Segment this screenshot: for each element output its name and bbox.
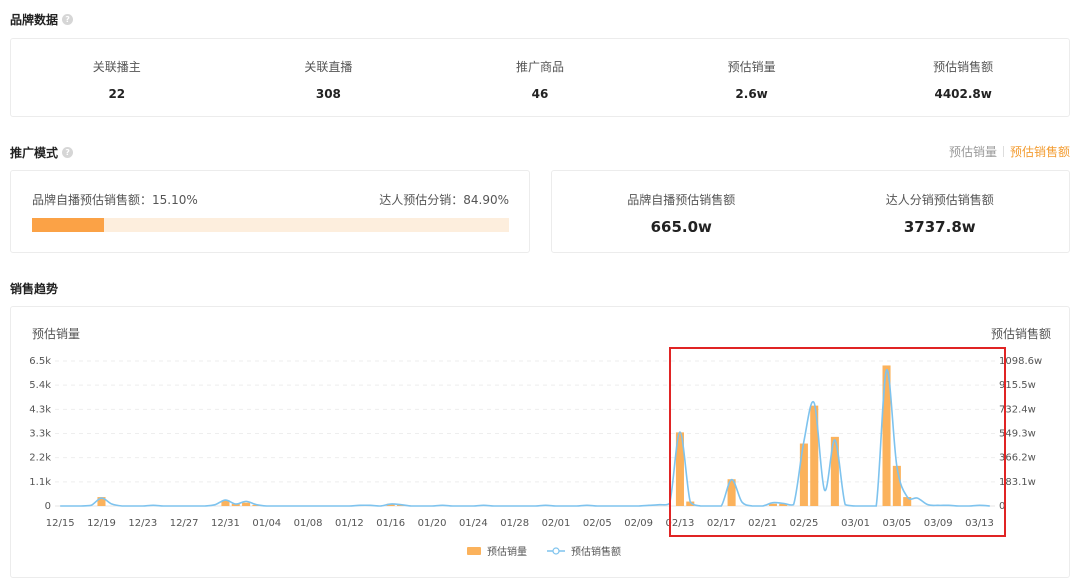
x-tick-label: 03/05 [882, 518, 911, 529]
legend-bar-swatch [467, 547, 481, 555]
promo-mode-title-text: 推广模式 [10, 146, 59, 160]
stat-value: 46 [531, 87, 549, 101]
sales-trend-chart-card: 0 0 1.1k 183.1w 2.2k 366.2w 3.3k 549.3w 4.3k 732.… [10, 306, 1070, 578]
toggle-divider [1002, 146, 1004, 157]
stat-value: 22 [108, 87, 126, 101]
stat-label: 关联直播 [304, 60, 353, 74]
self-share-label: 品牌自播预估销售额：15.10% [32, 193, 198, 207]
y-right-axis-title: 预估销售额 [991, 326, 1051, 341]
x-tick-label: 01/12 [335, 518, 364, 529]
stat-value: 2.6w [735, 87, 768, 101]
x-tick-label: 02/01 [542, 518, 571, 529]
x-tick-label: 12/27 [170, 518, 199, 529]
legend-line-marker [552, 547, 560, 555]
share-progress-bar [32, 218, 509, 232]
stat-linked-lives: 关联直播 308 [223, 39, 435, 116]
legend-volume-label: 预估销量 [487, 545, 527, 558]
amount-value: 3737.8w [903, 218, 976, 236]
metric-toggle: 预估销量 预估销售额 [949, 143, 1070, 160]
x-tick-label: 12/19 [87, 518, 116, 529]
x-tick-label: 02/25 [789, 518, 818, 529]
stat-label: 关联播主 [92, 60, 141, 74]
y-left-tick-label: 6.5k [29, 356, 51, 367]
x-tick-label: 01/24 [459, 518, 488, 529]
amount-line[interactable] [60, 369, 990, 507]
x-tick-label: 12/31 [211, 518, 240, 529]
stat-est-volume: 预估销量 2.6w [646, 39, 858, 116]
y-left-tick-label: 2.2k [29, 453, 51, 464]
talent-amount: 达人分销预估销售额 3737.8w [811, 171, 1070, 252]
stat-est-amount: 预估销售额 4402.8w [857, 39, 1069, 116]
help-icon[interactable]: ? [62, 14, 74, 25]
y-left-tick-label: 5.4k [29, 380, 51, 391]
share-card: 品牌自播预估销售额：15.10% 达人预估分销：84.90% [10, 170, 530, 253]
share-labels: 品牌自播预估销售额：15.10% 达人预估分销：84.90% [32, 191, 509, 208]
amount-label: 达人分销预估销售额 [885, 193, 994, 207]
x-tick-label: 01/16 [376, 518, 405, 529]
x-tick-label: 12/15 [46, 518, 75, 529]
x-tick-label: 01/20 [418, 518, 447, 529]
sales-trend-title-text: 销售趋势 [10, 282, 59, 296]
y-left-tick-label: 1.1k [29, 477, 51, 488]
sales-trend-title: 销售趋势 [10, 280, 58, 297]
brand-data-title-text: 品牌数据 [10, 13, 59, 27]
y-left-tick-label: 0 [45, 501, 51, 512]
x-tick-label: 03/13 [965, 518, 994, 529]
x-tick-label: 02/09 [624, 518, 653, 529]
talent-share-label: 达人预估分销：84.90% [379, 193, 509, 207]
stat-value: 308 [315, 87, 341, 101]
x-tick-label: 02/05 [583, 518, 612, 529]
y-left-tick-label: 3.3k [29, 429, 51, 440]
toggle-sales-amount[interactable]: 预估销售额 [1010, 143, 1070, 160]
stat-value: 4402.8w [934, 87, 992, 101]
volume-bar[interactable] [799, 443, 808, 506]
x-tick-label: 02/17 [707, 518, 736, 529]
stat-linked-streamers: 关联播主 22 [11, 39, 223, 116]
y-left-axis-title: 预估销量 [32, 327, 80, 341]
stat-promoted-products: 推广商品 46 [434, 39, 646, 116]
x-tick-label: 03/01 [841, 518, 870, 529]
amount-label: 品牌自播预估销售额 [627, 193, 736, 207]
stat-label: 预估销量 [727, 60, 776, 74]
brand-data-title: 品牌数据 ? [10, 11, 74, 28]
stat-label: 预估销售额 [933, 60, 994, 74]
help-icon[interactable]: ? [62, 147, 74, 158]
x-tick-label: 01/04 [252, 518, 281, 529]
toggle-sales-volume[interactable]: 预估销量 [949, 143, 997, 160]
promo-mode-title: 推广模式 ? [10, 144, 74, 161]
amount-value: 665.0w [650, 218, 712, 236]
legend-amount-label: 预估销售额 [571, 545, 621, 558]
share-progress-fill [32, 218, 105, 232]
amount-card: 品牌自播预估销售额 665.0w 达人分销预估销售额 3737.8w [551, 170, 1070, 253]
self-amount: 品牌自播预估销售额 665.0w [552, 171, 811, 252]
brand-stats-card: 关联播主 22 关联直播 308 推广商品 46 预估销量 2.6w 预估销售额… [10, 38, 1070, 117]
y-left-tick-label: 4.3k [29, 404, 51, 415]
x-tick-label: 01/28 [500, 518, 529, 529]
x-tick-label: 01/08 [294, 518, 323, 529]
x-tick-label: 02/21 [748, 518, 777, 529]
stat-label: 推广商品 [515, 60, 564, 74]
volume-bar[interactable] [892, 465, 901, 506]
x-tick-label: 03/09 [924, 518, 953, 529]
volume-bar[interactable] [242, 502, 251, 506]
sales-trend-chart: 0 01.1k 183.1w2.2k 366.2w3.3k 549.3w4.3k 732.… [29, 326, 1051, 558]
x-tick-label: 12/23 [128, 518, 157, 529]
